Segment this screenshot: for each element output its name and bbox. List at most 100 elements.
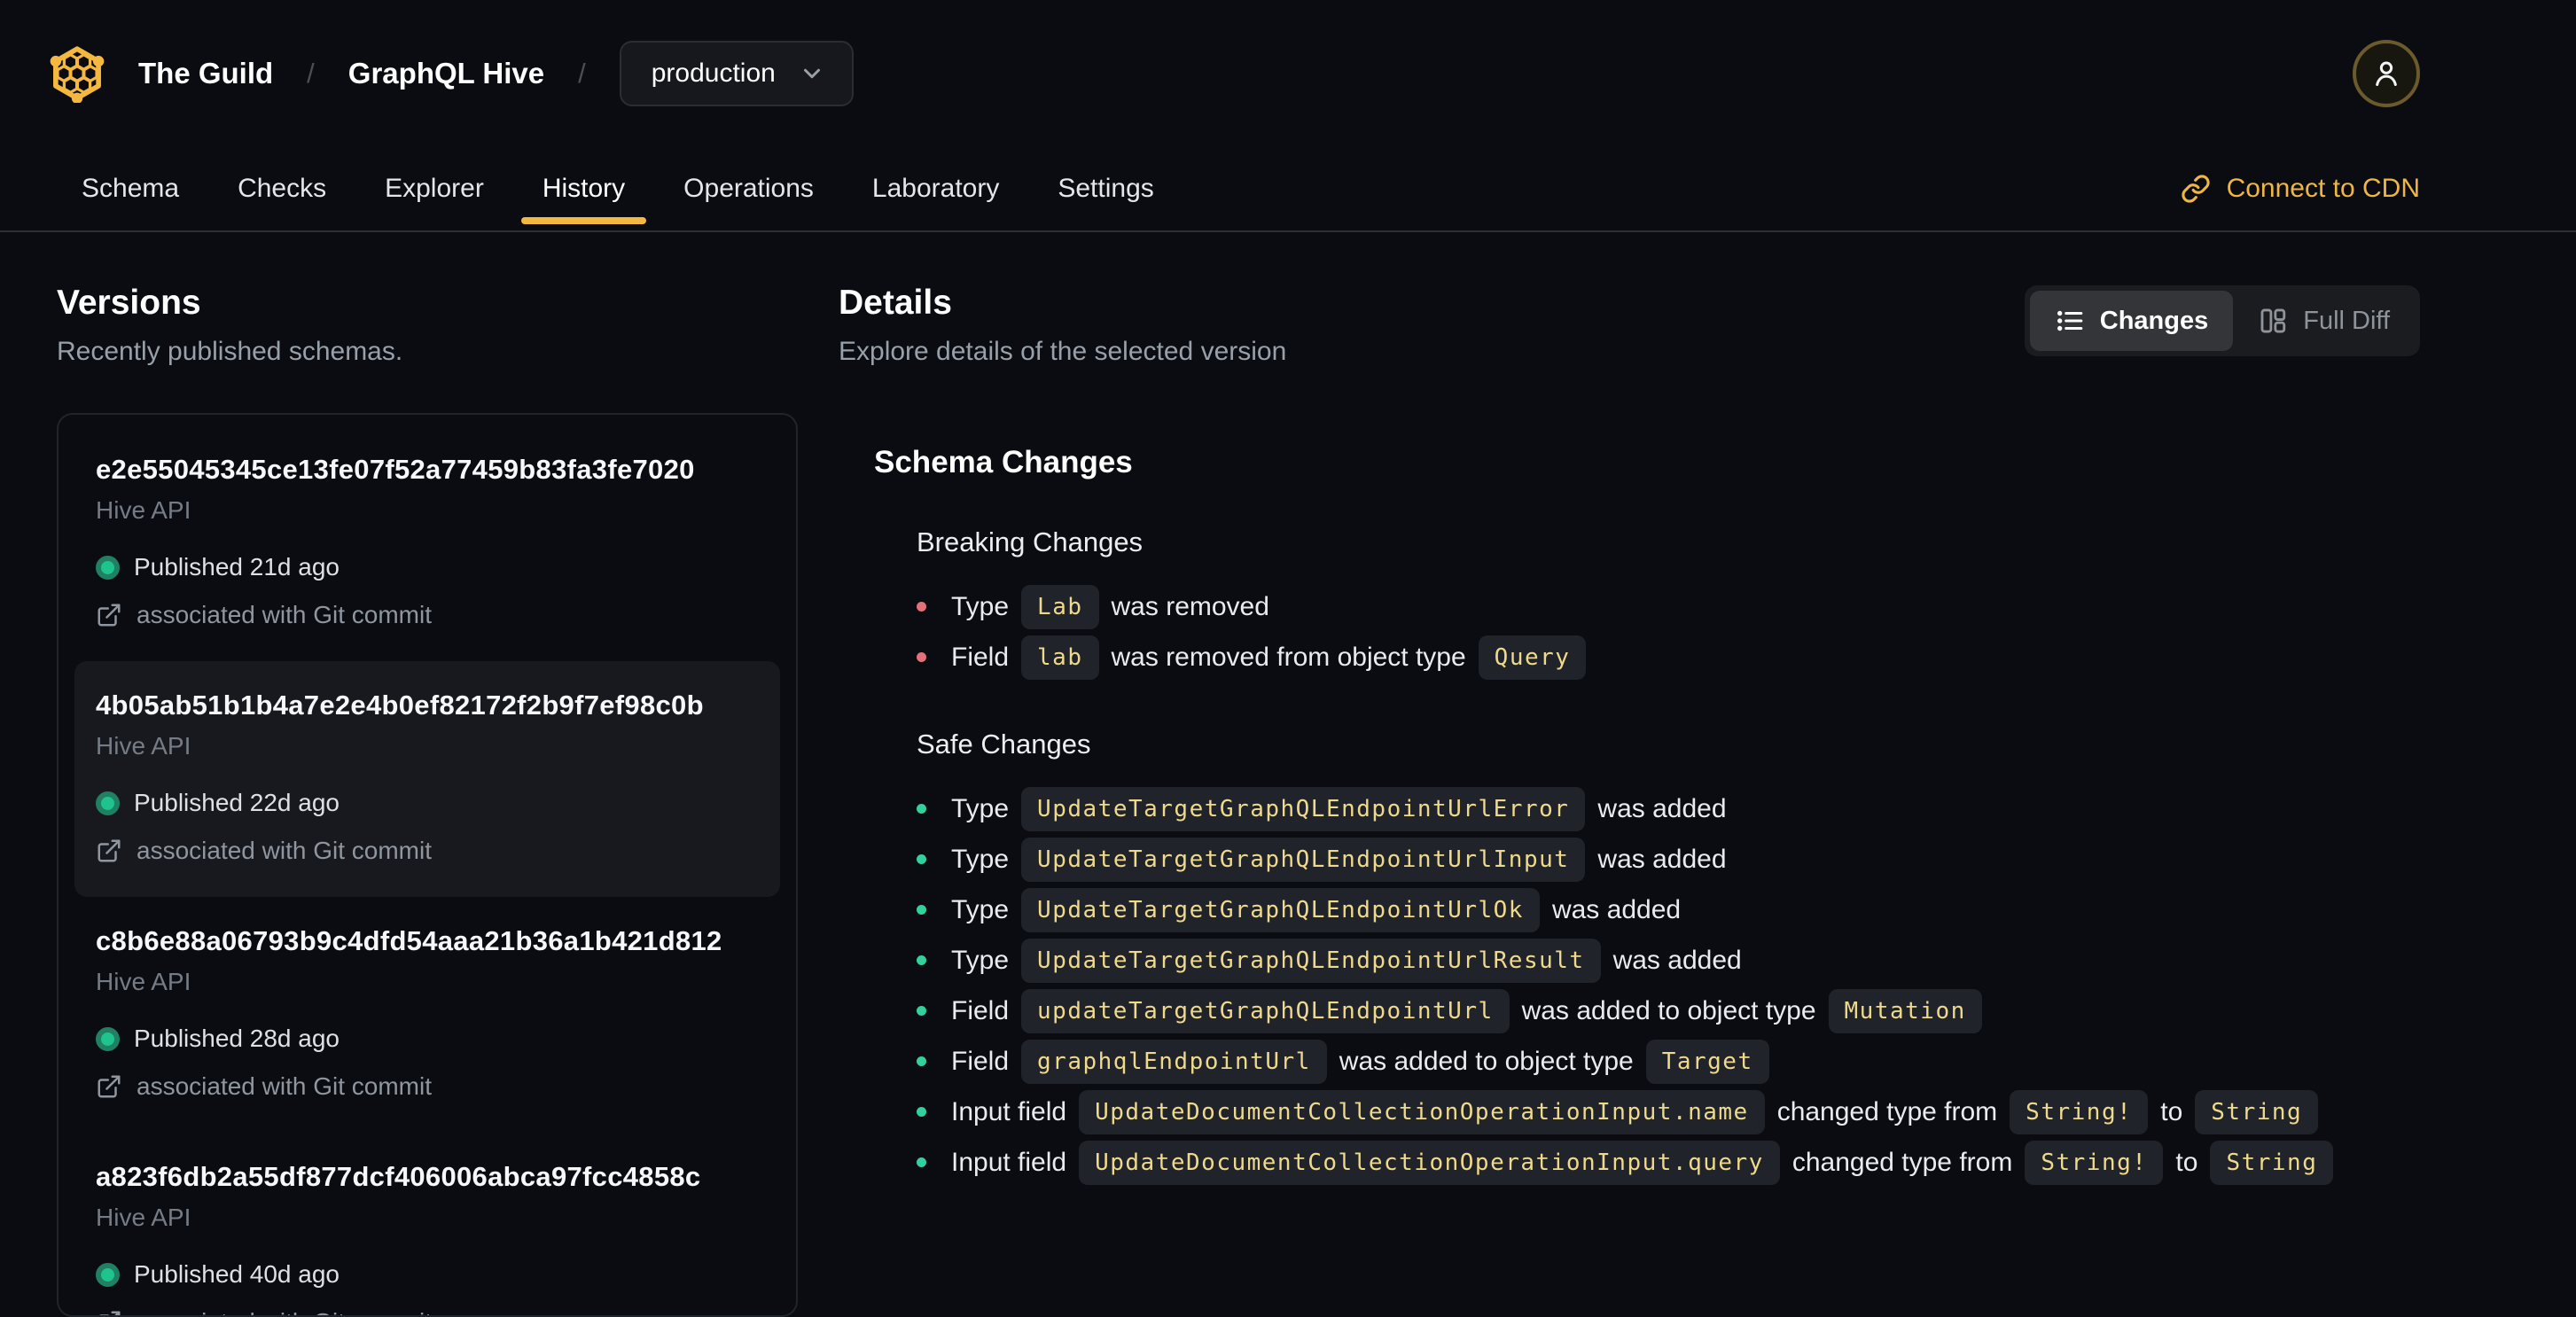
view-toggle: Changes Full Diff: [2024, 285, 2420, 356]
change-content: Field lab was removed from object type Quer…: [951, 635, 1587, 680]
change-item: Type UpdateTargetGraphQLEndpointUrlResult…: [917, 935, 2420, 986]
user-avatar[interactable]: [2353, 40, 2420, 107]
code-pill: UpdateTargetGraphQLEndpointUrlResult: [1021, 938, 1601, 983]
git-commit-link[interactable]: associated with Git commit: [96, 1072, 759, 1101]
change-text: to: [2175, 1147, 2198, 1177]
change-text: to: [2160, 1096, 2183, 1126]
main-nav: Schema Checks Explorer History Operation…: [0, 147, 2576, 232]
tab-label: History: [542, 174, 626, 203]
change-text: Type: [951, 793, 1010, 823]
change-text: Type: [951, 945, 1010, 975]
version-list-item[interactable]: c8b6e88a06793b9c4dfd54aaa21b36a1b421d812…: [74, 897, 780, 1133]
change-item: Type UpdateTargetGraphQLEndpointUrlError w…: [917, 783, 2420, 834]
tab-laboratory[interactable]: Laboratory: [847, 147, 1024, 230]
version-hash: 4b05ab51b1b4a7e2e4b0ef82172f2b9f7ef98c0b: [96, 690, 704, 721]
change-group-title: Breaking Changes: [917, 526, 1144, 557]
change-text: Field: [951, 995, 1010, 1025]
published-label: Published 22d ago: [134, 789, 340, 816]
breadcrumb-separator: /: [578, 58, 586, 89]
code-pill: String: [2210, 1140, 2334, 1185]
git-commit-link[interactable]: associated with Git commit: [96, 837, 759, 865]
version-service: Hive API: [96, 496, 191, 524]
change-text: Input field: [951, 1096, 1067, 1126]
tab-explorer[interactable]: Explorer: [360, 147, 509, 230]
change-text: Field: [951, 642, 1010, 672]
published-dot-icon: [96, 1026, 120, 1051]
version-list-item[interactable]: a823f6db2a55df877dcf406006abca97fcc4858c…: [74, 1133, 780, 1315]
main-content: Versions Recently published schemas. e2e…: [0, 232, 2576, 1317]
change-content: Type UpdateTargetGraphQLEndpointUrlOk was …: [951, 887, 1681, 932]
bullet-icon: [917, 1157, 926, 1167]
schema-changes-title: Schema Changes: [874, 445, 1133, 479]
code-pill: UpdateDocumentCollectionOperationInput.q…: [1079, 1140, 1780, 1185]
published-dot-icon: [96, 791, 120, 815]
change-item: Field lab was removed from object type Quer…: [917, 632, 2420, 682]
git-commit-label: associated with Git commit: [137, 1072, 432, 1100]
change-item: Type UpdateTargetGraphQLEndpointUrlOk was …: [917, 884, 2420, 935]
external-link-icon: [96, 1073, 122, 1100]
breadcrumb-separator: /: [307, 58, 315, 89]
git-commit-link[interactable]: associated with Git commit: [96, 1308, 759, 1315]
tab-settings[interactable]: Settings: [1033, 147, 1178, 230]
tab-label: Checks: [238, 174, 327, 203]
versions-title: Versions: [57, 284, 201, 322]
published-label: Published 28d ago: [134, 1025, 340, 1052]
change-text: was added: [1597, 793, 1727, 823]
published-label: Published 21d ago: [134, 553, 340, 581]
code-pill: UpdateTargetGraphQLEndpointUrlError: [1021, 786, 1586, 831]
breadcrumb-project[interactable]: GraphQL Hive: [348, 57, 544, 90]
tab-checks[interactable]: Checks: [213, 147, 351, 230]
tab-history[interactable]: History: [518, 147, 650, 230]
version-list-item[interactable]: 4b05ab51b1b4a7e2e4b0ef82172f2b9f7ef98c0b…: [74, 661, 780, 897]
hive-logo-icon[interactable]: [50, 44, 105, 103]
change-list: Type Lab was removed Field lab was removed f…: [917, 581, 2420, 682]
changes-view-button[interactable]: Changes: [2029, 291, 2234, 351]
git-commit-label: associated with Git commit: [137, 837, 432, 864]
code-pill: lab: [1021, 635, 1099, 680]
breadcrumb: The Guild / GraphQL Hive / production: [138, 41, 854, 106]
version-list: e2e55045345ce13fe07f52a77459b83fa3fe7020…: [57, 413, 798, 1317]
change-content: Input field UpdateDocumentCollectionOpera…: [951, 1089, 2319, 1134]
tab-label: Settings: [1058, 174, 1154, 203]
change-text: Type: [951, 894, 1010, 924]
tab-operations[interactable]: Operations: [659, 147, 839, 230]
list-icon: [2055, 306, 2085, 336]
tab-schema[interactable]: Schema: [57, 147, 204, 230]
version-status: Published 22d ago: [96, 789, 759, 817]
change-item: Input field UpdateDocumentCollectionOpera…: [917, 1087, 2420, 1137]
version-hash: c8b6e88a06793b9c4dfd54aaa21b36a1b421d812: [96, 925, 722, 956]
breadcrumb-org[interactable]: The Guild: [138, 57, 273, 90]
git-commit-link[interactable]: associated with Git commit: [96, 601, 759, 629]
change-item: Field graphqlEndpointUrl was added to obje…: [917, 1036, 2420, 1087]
versions-panel: Versions Recently published schemas. e2e…: [57, 284, 798, 1317]
target-selector[interactable]: production: [619, 41, 854, 106]
change-item: Type UpdateTargetGraphQLEndpointUrlInput w…: [917, 834, 2420, 884]
version-service: Hive API: [96, 1204, 191, 1231]
tab-label: Operations: [683, 174, 814, 203]
bullet-icon: [917, 804, 926, 814]
change-text: Type: [951, 844, 1010, 874]
tab-label: Laboratory: [871, 174, 1000, 203]
version-service: Hive API: [96, 968, 191, 995]
external-link-icon: [96, 838, 122, 864]
change-content: Type UpdateTargetGraphQLEndpointUrlError w…: [951, 786, 1727, 831]
version-list-item[interactable]: e2e55045345ce13fe07f52a77459b83fa3fe7020…: [74, 425, 780, 661]
change-content: Field graphqlEndpointUrl was added to obje…: [951, 1039, 1769, 1084]
version-hash: a823f6db2a55df877dcf406006abca97fcc4858c: [96, 1161, 701, 1192]
change-text: was added: [1612, 945, 1742, 975]
change-content: Field updateTargetGraphQLEndpointUrl was a…: [951, 988, 1982, 1033]
change-item: Type Lab was removed: [917, 581, 2420, 632]
connect-to-cdn-button[interactable]: Connect to CDN: [2181, 147, 2420, 230]
external-link-icon: [96, 602, 122, 628]
version-service: Hive API: [96, 732, 191, 760]
link-icon: [2181, 174, 2211, 204]
bullet-icon: [917, 1107, 926, 1117]
code-pill: UpdateTargetGraphQLEndpointUrlOk: [1021, 887, 1540, 932]
code-pill: Target: [1645, 1039, 1769, 1084]
full-diff-view-button[interactable]: Full Diff: [2233, 291, 2415, 351]
version-hash: e2e55045345ce13fe07f52a77459b83fa3fe7020: [96, 454, 695, 485]
bullet-icon: [917, 955, 926, 965]
git-commit-label: associated with Git commit: [137, 1308, 432, 1315]
change-text: Input field: [951, 1147, 1067, 1177]
details-header: Details Explore details of the selected …: [839, 284, 2420, 367]
